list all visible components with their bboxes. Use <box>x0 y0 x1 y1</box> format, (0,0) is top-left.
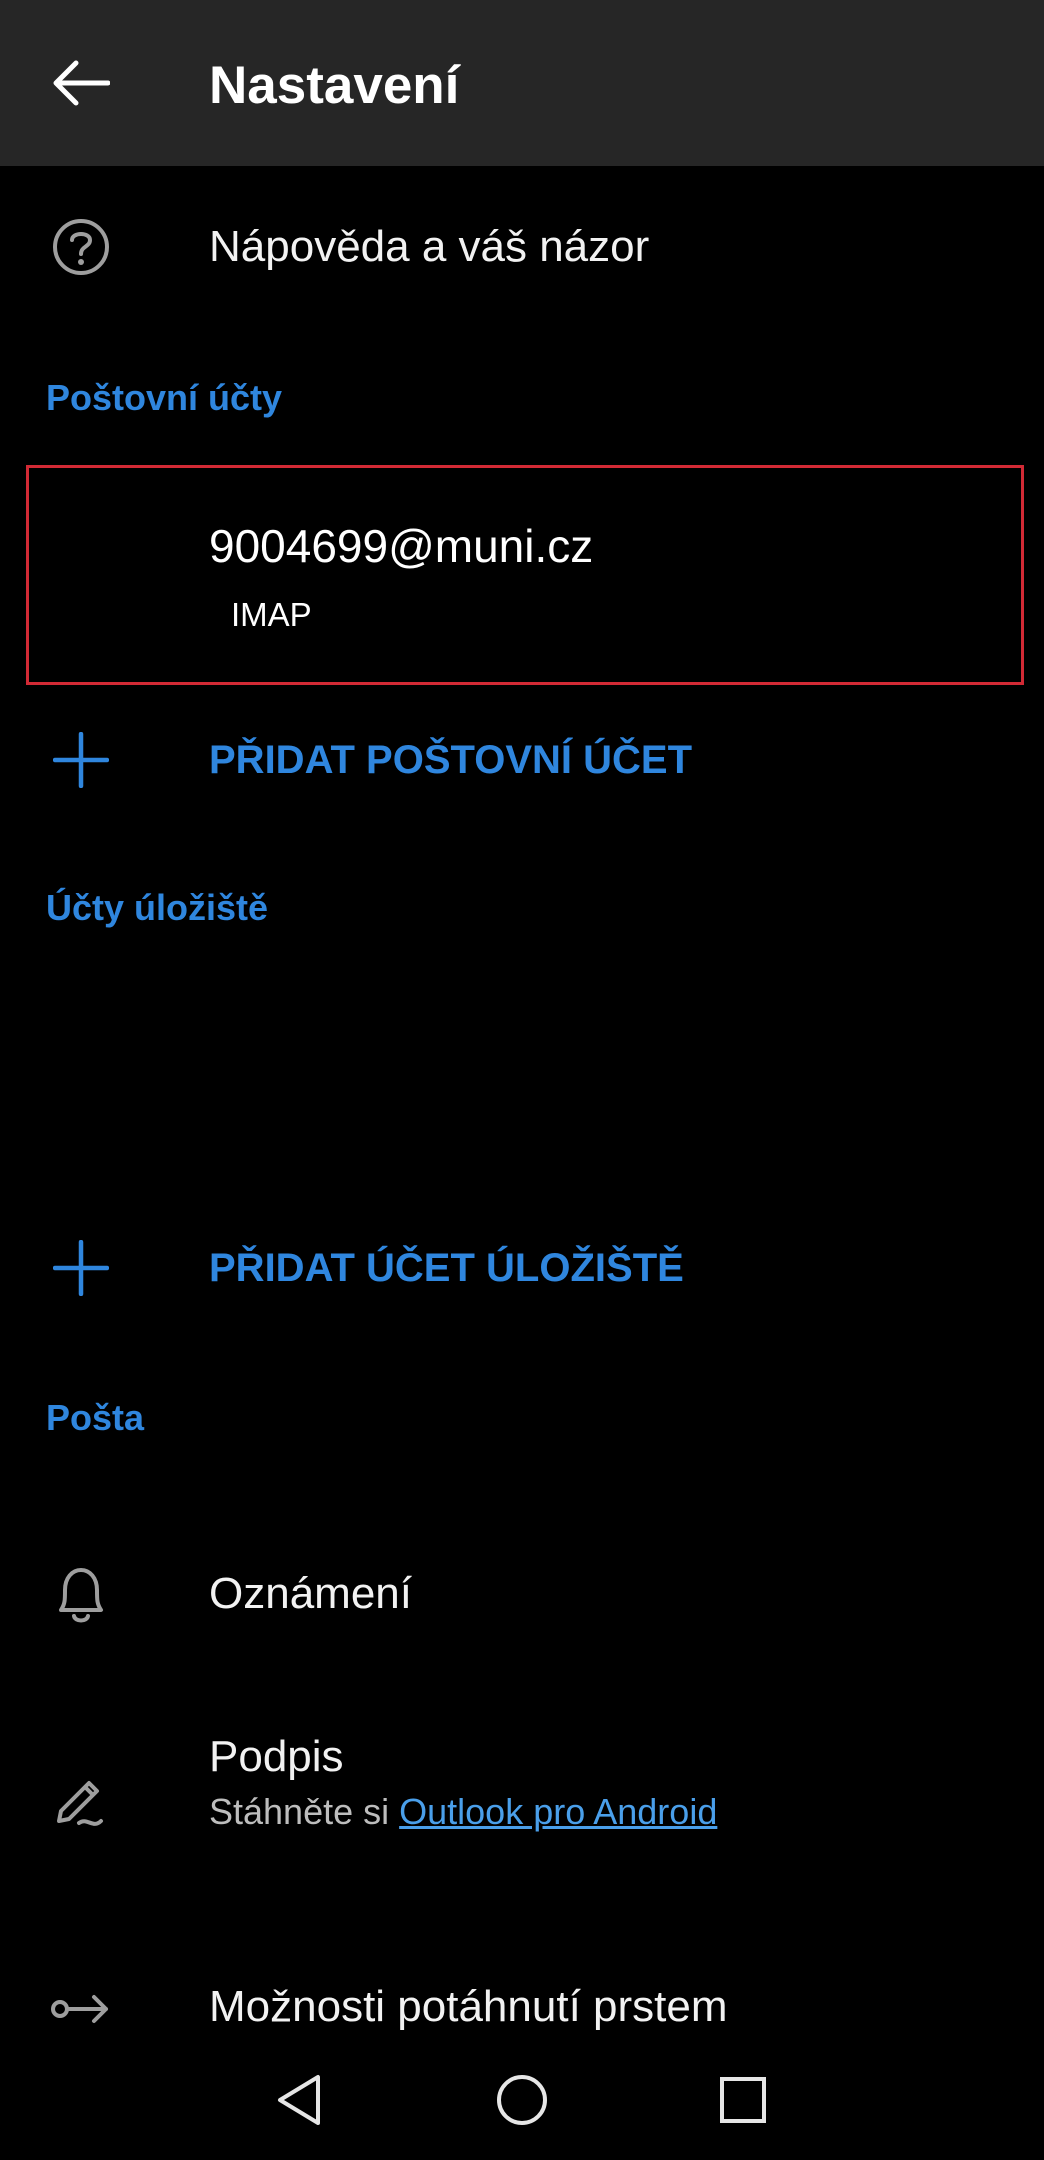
question-circle-icon <box>42 216 120 278</box>
mail-account-item[interactable]: 9004699@muni.cz IMAP <box>26 465 1024 685</box>
outlook-android-link[interactable]: Outlook pro Android <box>399 1791 717 1832</box>
add-storage-account-button[interactable]: PŘIDAT ÚČET ÚLOŽIŠTĚ <box>0 1218 1044 1318</box>
system-navigation-bar <box>0 2040 1044 2160</box>
signature-item[interactable]: Podpis Stáhněte si Outlook pro Android <box>0 1730 1044 1870</box>
plus-icon <box>42 1238 120 1298</box>
swipe-arrow-icon <box>42 1979 120 2039</box>
nav-recents-button[interactable] <box>683 2040 803 2160</box>
account-email: 9004699@muni.cz <box>209 520 594 572</box>
arrow-left-icon <box>53 60 110 106</box>
signature-subtitle: Stáhněte si Outlook pro Android <box>209 1790 717 1834</box>
signature-subtitle-prefix: Stáhněte si <box>209 1791 390 1832</box>
help-feedback-item[interactable]: Nápověda a váš názor <box>0 198 1044 298</box>
notifications-item[interactable]: Oznámení <box>0 1540 1044 1650</box>
section-header-mail-accounts: Poštovní účty <box>46 377 283 418</box>
add-storage-account-label: PŘIDAT ÚČET ÚLOŽIŠTĚ <box>209 1246 684 1290</box>
account-type: IMAP <box>231 596 312 633</box>
square-recents-icon <box>720 2077 766 2123</box>
swipe-options-label: Možnosti potáhnutí prstem <box>209 1982 728 2031</box>
add-mail-account-label: PŘIDAT POŠTOVNÍ ÚČET <box>209 738 693 782</box>
add-mail-account-button[interactable]: PŘIDAT POŠTOVNÍ ÚČET <box>0 710 1044 810</box>
notifications-label: Oznámení <box>209 1569 412 1618</box>
signature-label: Podpis <box>209 1732 344 1781</box>
nav-home-button[interactable] <box>462 2040 582 2160</box>
triangle-back-icon <box>278 2075 320 2125</box>
circle-home-icon <box>497 2075 547 2125</box>
section-header-storage-accounts: Účty úložiště <box>46 887 269 928</box>
section-header-mail: Pošta <box>46 1397 145 1438</box>
bell-icon <box>42 1560 120 1630</box>
app-bar: Nastavení <box>0 0 1044 166</box>
help-feedback-label: Nápověda a váš názor <box>209 222 650 271</box>
pen-signature-icon <box>42 1766 120 1832</box>
back-button[interactable] <box>40 40 120 126</box>
nav-back-button[interactable] <box>239 2040 359 2160</box>
plus-icon <box>42 730 120 790</box>
page-title: Nastavení <box>209 56 460 115</box>
